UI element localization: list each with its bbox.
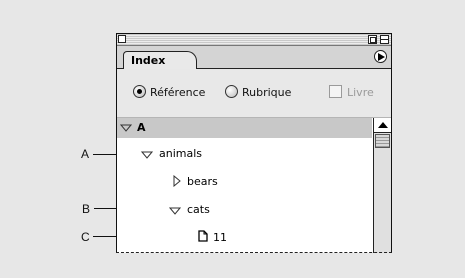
disclosure-triangle-icon[interactable] [141, 151, 153, 159]
disclosure-triangle-icon[interactable] [120, 124, 132, 132]
index-list: A animals bears cats 11 [117, 118, 372, 253]
callout-c: C [81, 230, 90, 244]
topic-radio[interactable] [225, 85, 238, 98]
list-item-label: bears [187, 175, 218, 188]
list-item-label: cats [187, 203, 210, 216]
list-item[interactable]: bears [117, 174, 372, 190]
scroll-thumb[interactable] [375, 134, 390, 148]
disclosure-triangle-icon[interactable] [169, 207, 181, 215]
page-icon [198, 230, 208, 242]
panel-menu-icon[interactable] [374, 50, 387, 63]
callout-b: B [82, 202, 91, 216]
list-item[interactable]: 11 [117, 230, 372, 246]
list-item[interactable]: cats [117, 202, 372, 218]
scroll-up-arrow-icon[interactable] [374, 118, 391, 133]
list-item-label: 11 [213, 231, 227, 244]
topic-label[interactable]: Rubrique [242, 86, 291, 99]
zoom-box-icon[interactable] [368, 35, 377, 44]
callout-a: A [81, 147, 90, 161]
collapse-box-icon[interactable] [380, 35, 389, 44]
panel-cutoff-edge [116, 252, 392, 253]
index-mode-options: Référence Rubrique Livre [117, 69, 391, 118]
list-item[interactable]: animals [117, 146, 372, 162]
tab-index-label: Index [131, 54, 166, 67]
reference-label[interactable]: Référence [150, 86, 205, 99]
book-checkbox[interactable] [329, 85, 342, 98]
tab-strip: Index [117, 46, 391, 69]
index-panel: Index Référence Rubrique Livre A animals [116, 33, 392, 253]
book-label[interactable]: Livre [347, 86, 374, 99]
panel-titlebar[interactable] [117, 34, 391, 46]
vertical-scrollbar[interactable] [373, 118, 391, 253]
section-header-row[interactable]: A [117, 118, 372, 138]
reference-radio[interactable] [133, 85, 146, 98]
section-label: A [137, 121, 146, 134]
close-box-icon[interactable] [118, 35, 126, 43]
disclosure-triangle-icon[interactable] [173, 175, 181, 187]
tab-index[interactable]: Index [123, 51, 197, 69]
list-item-label: animals [159, 147, 203, 160]
